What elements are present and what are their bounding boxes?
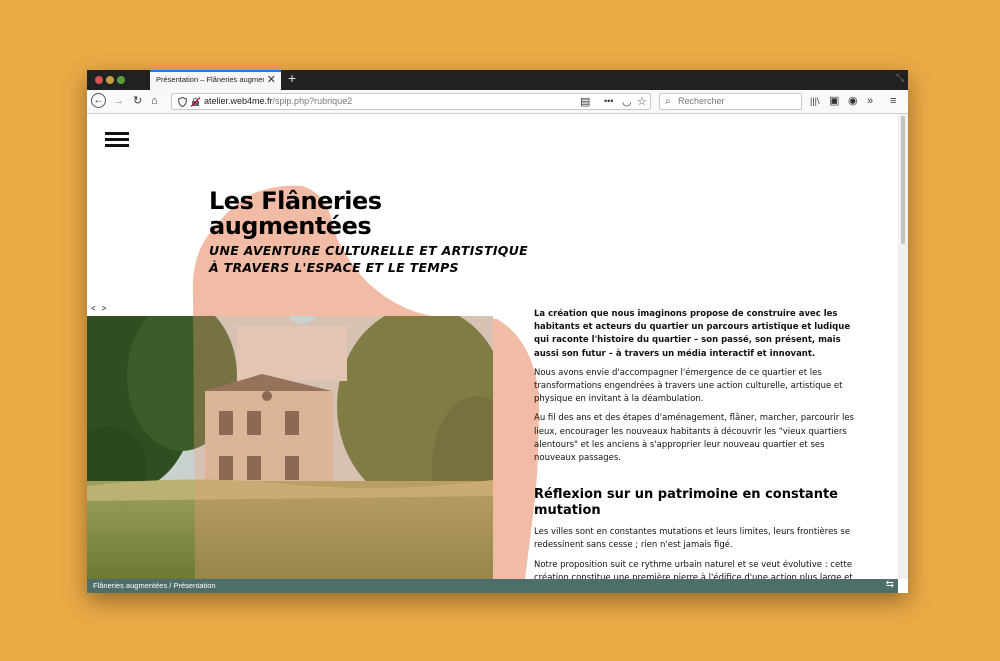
new-tab-button[interactable]: + [288, 70, 296, 86]
search-icon: ⌕ [665, 96, 671, 107]
page-title: Les Flâneries augmentées [209, 187, 382, 240]
search-placeholder: Rechercher [678, 96, 725, 106]
pocket-icon[interactable]: ◡ [622, 95, 632, 109]
shield-icon[interactable] [178, 97, 187, 107]
footer-bar: Flâneries augmentées / Présentation ⇆ [87, 579, 898, 593]
article-lead: La création que nous imaginons propose d… [534, 309, 851, 359]
tab-close-icon[interactable]: ✕ [267, 73, 276, 86]
overflow-menu-icon[interactable]: » [867, 94, 873, 108]
subtitle-line-2: à travers l'espace et le temps [209, 260, 459, 275]
url-domain: atelier.web4me.fr [204, 96, 273, 106]
section-paragraph-1: Les villes sont en constantes mutations … [534, 527, 851, 551]
section-paragraph-2: Notre proposition suit ce rythme urbain … [534, 559, 853, 579]
tab-presentation[interactable]: Présentation – Flâneries augmentées ✕ [150, 70, 281, 90]
reader-view-icon[interactable]: ▤ [580, 95, 590, 109]
page-actions-icon[interactable]: ••• [604, 94, 613, 108]
scrollbar-thumb[interactable] [901, 116, 905, 244]
sidebar-icon[interactable]: ▣ [829, 94, 839, 108]
subtitle-line-1: Une aventure culturelle et artistique [209, 243, 529, 258]
url-text[interactable]: atelier.web4me.fr/spip.php?rubrique2 [204, 96, 352, 106]
page-subtitle: Une aventure culturelle et artistique à … [209, 242, 528, 276]
insecure-lock-icon[interactable] [191, 97, 200, 107]
article: La création que nous imaginons propose d… [534, 308, 862, 579]
carousel-prev-button[interactable]: < [91, 304, 96, 313]
main-menu-icon[interactable]: ≡ [890, 94, 896, 108]
url-path: /spip.php?rubrique2 [272, 96, 353, 106]
window-maximize-button[interactable] [117, 76, 125, 84]
search-bar[interactable]: ⌕ Rechercher [659, 93, 802, 110]
navigation-toolbar: ← → ↻ ⌂ atelier.web4me.fr/spip.php?rubri… [87, 90, 908, 114]
home-button[interactable]: ⌂ [151, 94, 158, 108]
hamburger-menu-icon[interactable] [105, 132, 129, 148]
window-minimize-button[interactable] [106, 76, 114, 84]
tab-title: Présentation – Flâneries augmentées [156, 75, 264, 84]
vertical-scrollbar[interactable] [898, 114, 908, 579]
section-heading: Réflexion sur un patrimoine en constante… [534, 487, 838, 519]
title-bar: Présentation – Flâneries augmentées ✕ + … [87, 70, 908, 90]
resize-icon: ⤡ [896, 73, 904, 84]
window-close-button[interactable] [95, 76, 103, 84]
back-button[interactable]: ← [91, 93, 106, 108]
carousel-nav: < > [91, 304, 112, 313]
article-paragraph-1: Nous avons envie d'accompagner l'émergen… [534, 367, 843, 405]
url-bar[interactable]: atelier.web4me.fr/spip.php?rubrique2 ▤ •… [171, 93, 651, 110]
forward-button[interactable]: → [113, 94, 124, 108]
library-icon[interactable]: |||\ [810, 94, 820, 108]
footer-logo-icon[interactable]: ⇆ [886, 579, 894, 590]
hero-photo [87, 316, 493, 579]
bookmark-star-icon[interactable]: ☆ [637, 95, 647, 109]
account-icon[interactable]: ◉ [848, 94, 858, 108]
article-paragraph-2: Au fil des ans et des étapes d'aménageme… [534, 413, 854, 464]
footer-breadcrumb[interactable]: Flâneries augmentées / Présentation [93, 581, 216, 590]
browser-window: Présentation – Flâneries augmentées ✕ + … [87, 70, 908, 593]
reload-button[interactable]: ↻ [133, 94, 142, 108]
carousel-next-button[interactable]: > [102, 304, 107, 313]
page-content: Les Flâneries augmentées Une aventure cu… [87, 114, 898, 579]
